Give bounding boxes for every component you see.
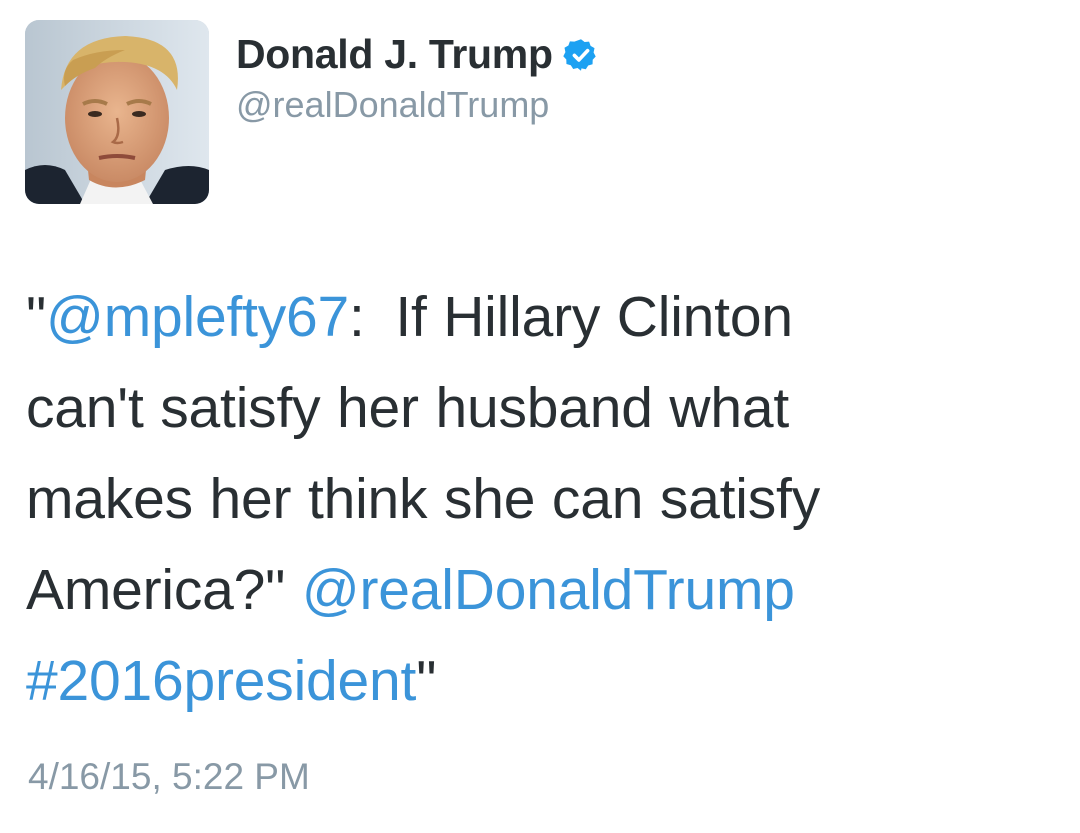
tweet-line: America?" @realDonaldTrump <box>26 545 1056 636</box>
display-name[interactable]: Donald J. Trump <box>236 31 553 78</box>
tweet-timestamp[interactable]: 4/16/15, 5:22 PM <box>28 756 310 798</box>
tweet-line: "@mplefty67: If Hillary Clinton <box>26 272 1056 363</box>
hashtag-link[interactable]: #2016president <box>26 649 416 713</box>
tweet-line-text: If Hillary Clinton <box>395 285 793 349</box>
author-block: Donald J. Trump @realDonaldTrump <box>236 26 599 126</box>
tweet-line: #2016president" <box>26 636 1056 727</box>
tweet-line: makes her think she can satisfy <box>26 467 820 531</box>
mention-link[interactable]: @realDonaldTrump <box>302 558 795 622</box>
verified-badge-icon <box>563 37 599 73</box>
avatar[interactable] <box>25 20 209 204</box>
mention-link[interactable]: @mplefty67 <box>46 285 349 349</box>
colon: : <box>349 285 365 349</box>
tweet-text: "@mplefty67: If Hillary Clinton can't sa… <box>26 272 1056 727</box>
quote-open: " <box>26 285 47 349</box>
quote-close: " <box>416 649 437 713</box>
tweet-line: can't satisfy her husband what <box>26 376 789 440</box>
user-handle[interactable]: @realDonaldTrump <box>236 84 599 126</box>
tweet-card: Donald J. Trump @realDonaldTrump "@mplef… <box>0 0 1080 833</box>
tweet-line-text: America?" <box>26 558 302 622</box>
profile-photo-avatar <box>25 20 209 204</box>
name-row: Donald J. Trump <box>236 26 599 82</box>
